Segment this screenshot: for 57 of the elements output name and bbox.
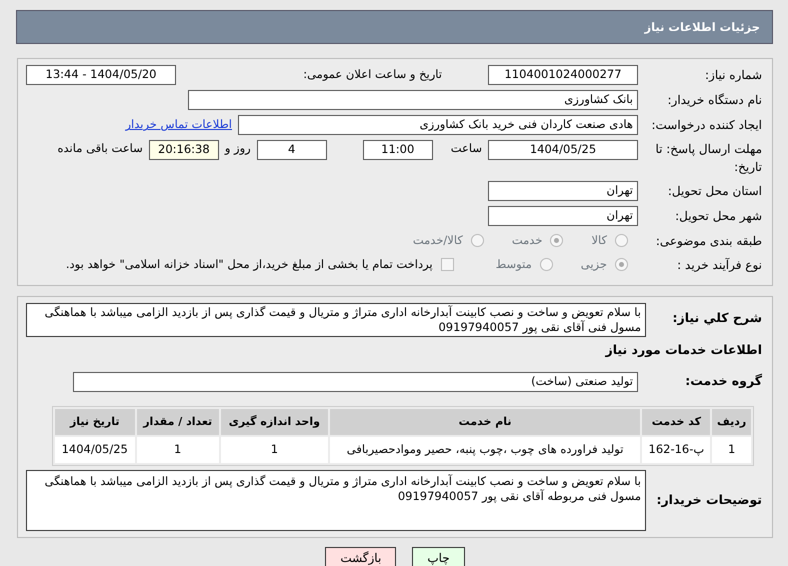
option-label: خدمت — [512, 232, 542, 249]
back-button[interactable]: بازگشت — [325, 546, 396, 566]
field-label: استان محل تحویل: — [666, 183, 762, 200]
option-label: متوسط — [496, 256, 532, 273]
print-button[interactable]: چاپ — [412, 546, 465, 566]
page-header: جزئیات اطلاعات نیاز — [16, 10, 773, 44]
days-field: 4 — [256, 140, 327, 160]
need-number-field: 1104001024000277 — [488, 65, 638, 85]
field-label: تاریخ و ساعت اعلان عمومی: — [303, 66, 442, 84]
field-label: نوع فرآیند خرید : — [676, 256, 762, 274]
field-label: شهر محل تحویل: — [674, 208, 762, 225]
column-header: نام خدمت — [330, 408, 640, 436]
section-title: اطلاعات خدمات مورد نیاز — [604, 341, 762, 359]
field-label: ایجاد کننده درخواست: — [650, 117, 762, 134]
table-cell: 1 — [712, 437, 751, 462]
column-header: تعداد / مقدار — [136, 408, 219, 436]
summary-field: با سلام تعویض و ساخت و نصب کابینت آبدارخانه اداری متراژ و متریال و قیمت گذاری پس از بازدید الزامی میباشد با هماهنگی مسول فنی آقای نقی پور 09197940057 — [26, 303, 646, 337]
table-cell: 1 — [220, 437, 328, 462]
column-header: ردیف — [712, 408, 751, 436]
option-label: کالا — [591, 232, 607, 249]
field-label: شماره نیاز: — [704, 67, 762, 84]
option-label: جزیی — [580, 256, 607, 273]
table-cell: 1404/05/25 — [55, 437, 134, 462]
column-header: کد خدمت — [642, 408, 710, 436]
field-label: نام دستگاه خریدار: — [666, 92, 762, 109]
date-field: 1404/05/25 — [488, 140, 638, 160]
requester-field: هادی صنعت کاردان فنی خرید بانک کشاورزی — [238, 115, 638, 135]
field-label: شرح کلي نياز: — [672, 309, 762, 327]
radio-button[interactable] — [550, 234, 564, 247]
checkbox[interactable] — [440, 258, 454, 271]
field-label: گروه خدمت: — [684, 372, 762, 390]
buyer-notes-field: با سلام تعویض و ساخت و نصب کابینت آبدارخانه اداری متراژ و متریال و قیمت گذاری پس از بازدید الزامی میباشد با هماهنگی مسول فنی مربوطه آقای نقی پور 09197940057 — [26, 470, 646, 530]
province-field: تهران — [488, 181, 638, 201]
field-label: روز و — [224, 140, 251, 157]
field-label: توضیحات خریدار: — [655, 490, 762, 509]
city-field: تهران — [488, 206, 638, 226]
buyer-org-field: بانک کشاورزی — [188, 90, 638, 110]
field-label: طبقه بندی موضوعی: — [654, 232, 762, 250]
time-field: 11:00 — [362, 140, 433, 160]
table-cell: تولید فراورده های چوب ،چوب پنبه، حصیر وموادحصیربافی — [330, 437, 640, 462]
contact-link[interactable]: اطلاعات تماس خریدار — [125, 116, 232, 134]
announce-date-field: 1404/05/20 - 13:44 — [26, 65, 176, 85]
option-label: کالا/خدمت — [412, 232, 463, 249]
remaining-time-field: 20:16:38 — [148, 140, 219, 160]
field-label: ساعت — [450, 140, 482, 157]
column-header: واحد اندازه گیری — [220, 408, 328, 436]
radio-button[interactable] — [615, 234, 628, 247]
table-cell: پ-16-162 — [642, 437, 710, 462]
payment-note: پرداخت تمام یا بخشی از مبلغ خرید،از محل "اسناد خزانه اسلامی" خواهد بود. — [66, 256, 433, 273]
service-group-field: تولید صنعتی (ساخت) — [73, 372, 638, 392]
radio-button[interactable] — [470, 234, 484, 247]
radio-button[interactable] — [615, 258, 628, 271]
field-label: ساعت باقی مانده — [58, 140, 143, 157]
radio-button[interactable] — [540, 258, 553, 271]
column-header: تاریخ نیاز — [55, 408, 134, 436]
table-cell: 1 — [136, 437, 219, 462]
field-label: مهلت ارسال پاسخ: تا تاریخ: — [654, 141, 762, 176]
